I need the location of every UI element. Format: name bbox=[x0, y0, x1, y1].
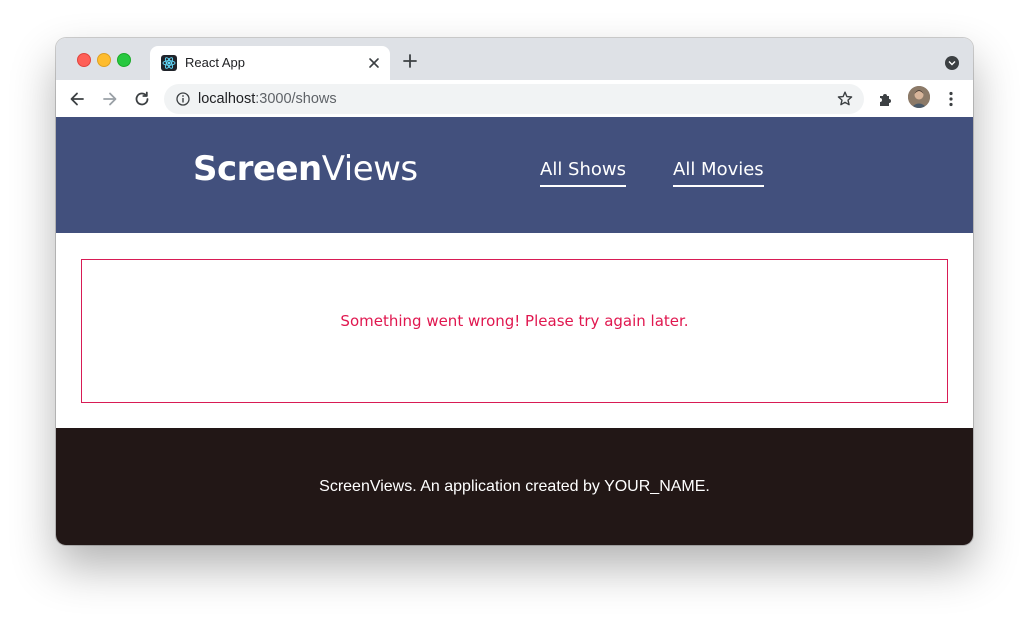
react-favicon-icon bbox=[161, 55, 177, 71]
url-path: :3000/shows bbox=[255, 91, 337, 107]
footer-text: ScreenViews. An application created by Y… bbox=[319, 478, 710, 495]
close-icon[interactable] bbox=[365, 54, 383, 72]
tab-title: React App bbox=[185, 55, 245, 70]
browser-window: React App localhost:3000/shows ScreenVie… bbox=[56, 38, 973, 545]
error-message: Something went wrong! Please try again l… bbox=[340, 312, 689, 330]
nav-link-all-shows[interactable]: All Shows bbox=[540, 159, 626, 187]
url-host: localhost bbox=[198, 91, 256, 107]
plus-icon[interactable] bbox=[402, 53, 418, 69]
error-box: Something went wrong! Please try again l… bbox=[81, 259, 948, 403]
logo-bold-text: Screen bbox=[193, 149, 322, 189]
avatar[interactable] bbox=[908, 86, 930, 108]
reload-icon[interactable] bbox=[133, 90, 151, 108]
tab-search-icon[interactable] bbox=[945, 56, 959, 70]
browser-toolbar: localhost:3000/shows bbox=[56, 80, 973, 118]
url-text[interactable]: localhost:3000/shows bbox=[198, 91, 337, 107]
browser-tab-active[interactable]: React App bbox=[150, 46, 390, 80]
kebab-menu-icon[interactable] bbox=[942, 90, 960, 108]
close-window-button[interactable] bbox=[77, 53, 91, 67]
site-header: ScreenViews All Shows All Movies bbox=[56, 117, 973, 233]
site-logo[interactable]: ScreenViews bbox=[193, 149, 418, 189]
logo-light-text: Views bbox=[321, 149, 418, 189]
forward-arrow-icon[interactable] bbox=[101, 90, 119, 108]
puzzle-extension-icon[interactable] bbox=[877, 90, 895, 108]
star-icon[interactable] bbox=[836, 90, 854, 108]
info-icon[interactable] bbox=[176, 92, 190, 106]
back-arrow-icon[interactable] bbox=[68, 90, 86, 108]
nav-link-all-movies[interactable]: All Movies bbox=[673, 159, 764, 187]
web-page: ScreenViews All Shows All Movies Somethi… bbox=[56, 117, 973, 545]
site-footer: ScreenViews. An application created by Y… bbox=[56, 428, 973, 545]
zoom-window-button[interactable] bbox=[117, 53, 131, 67]
minimize-window-button[interactable] bbox=[97, 53, 111, 67]
tab-strip: React App bbox=[56, 38, 973, 80]
address-bar[interactable]: localhost:3000/shows bbox=[164, 84, 864, 114]
